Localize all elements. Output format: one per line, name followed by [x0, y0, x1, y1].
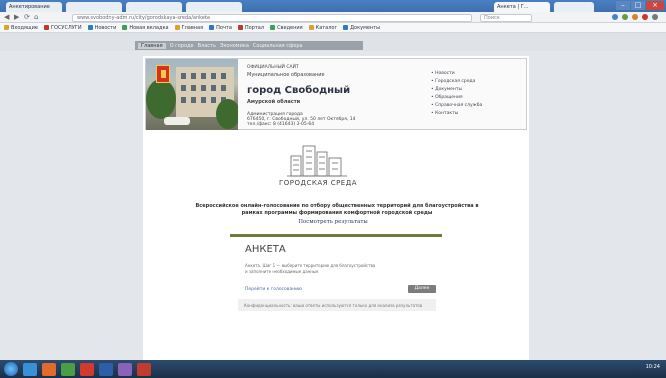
logo-caption: ГОРОДСКАЯ СРЕДА [278, 179, 357, 187]
browser-tab[interactable]: Анкетирование [6, 2, 62, 12]
os-taskbar: 10:24 [0, 360, 666, 378]
site-nav-item[interactable]: Главная [138, 42, 166, 49]
form-title: АНКЕТА [245, 244, 286, 255]
home-icon[interactable]: ⌂ [34, 14, 38, 21]
maximize-button[interactable]: □ [631, 1, 645, 10]
form-desc-line: и заполните необходимые данные [245, 269, 319, 274]
browser-tab[interactable] [66, 2, 122, 12]
browser-tab[interactable] [186, 2, 242, 12]
tree-shape [146, 79, 176, 119]
car-shape [164, 117, 190, 125]
tree-shape [216, 99, 238, 129]
bookmark-item[interactable]: Новости [87, 24, 116, 31]
bookmark-item[interactable]: Входящие [4, 24, 38, 31]
municipality-label: Муниципальное образование [247, 72, 325, 78]
bookmark-item[interactable]: Каталог [308, 24, 337, 31]
search-input[interactable]: Поиск [480, 14, 532, 22]
header-nav-item[interactable]: • Городская среда [431, 79, 526, 84]
window-controls: – □ × [616, 1, 664, 10]
results-link[interactable]: Посмотреть результаты [243, 219, 423, 225]
bookmark-icon [308, 25, 314, 30]
bookmark-icon [4, 25, 9, 30]
coat-of-arms-icon [156, 65, 170, 83]
extension-icon[interactable] [622, 14, 628, 20]
browser-tab-active[interactable]: Анкета | Г... [494, 2, 550, 12]
addon-icon[interactable] [632, 14, 638, 20]
header-nav-item[interactable]: • Документы [431, 87, 526, 92]
minimize-button[interactable]: – [616, 1, 630, 10]
bookmark-icon [209, 25, 215, 30]
region-subtitle: Амурской области [247, 99, 301, 105]
forward-icon[interactable]: ▶ [14, 14, 19, 21]
privacy-note: Конфиденциальность: ваши ответы использу… [238, 299, 436, 311]
bookmark-icon [122, 25, 128, 30]
address-bar[interactable]: www.svobodny-adm.ru/city/gorodskaya-sred… [72, 14, 472, 22]
bookmark-item[interactable]: Почта [209, 24, 232, 31]
back-icon[interactable]: ◀ [4, 14, 9, 21]
next-button[interactable]: Далее [408, 285, 436, 293]
app-icon[interactable] [118, 362, 132, 376]
vote-link[interactable]: Перейти к голосованию [245, 287, 302, 292]
header-nav-item[interactable]: • Справочная служба [431, 103, 526, 108]
bookmarks-bar: Входящие ГОСУСЛУГИ Новости Новая вкладка… [0, 23, 666, 33]
bookmark-icon [270, 25, 276, 30]
header-nav-item[interactable]: • Обращения [431, 95, 526, 100]
taskbar-clock[interactable]: 10:24 [646, 364, 660, 370]
menu-icon[interactable] [652, 14, 658, 20]
site-official-label: ОФИЦИАЛЬНЫЙ САЙТ [247, 65, 299, 70]
browser-app-icon[interactable] [42, 362, 56, 376]
page-headline: Всероссийское онлайн-голосование по отбо… [195, 203, 479, 216]
browser-tab[interactable] [554, 2, 594, 12]
site-nav-item[interactable]: Власть [198, 43, 216, 49]
browser-titlebar: Анкетирование Анкета | Г... – □ × [0, 0, 666, 12]
app-icon[interactable] [61, 362, 75, 376]
bookmark-item[interactable]: Документы [343, 24, 380, 31]
bookmark-item[interactable]: Сведения [270, 24, 303, 31]
explorer-icon[interactable] [23, 362, 37, 376]
city-title[interactable]: город Свободный [247, 85, 350, 96]
app-icon[interactable] [80, 362, 94, 376]
bookmark-icon [87, 25, 93, 30]
app-icon[interactable] [137, 362, 151, 376]
section-divider [230, 234, 442, 237]
notification-icon[interactable] [642, 14, 648, 20]
header-nav-item[interactable]: • Контакты [431, 111, 526, 116]
site-nav-item[interactable]: О городе [170, 43, 194, 49]
bookmark-item[interactable]: Главная [174, 24, 203, 31]
bookmark-icon [343, 25, 349, 30]
toolbar-icons [612, 14, 658, 20]
form-description: Анкета. Шаг 1 — выберите территорию для … [245, 263, 435, 275]
download-icon[interactable] [612, 14, 618, 20]
bookmark-item[interactable]: ГОСУСЛУГИ [43, 24, 82, 31]
header-nav-item[interactable]: • Новости [431, 71, 526, 76]
reload-icon[interactable]: ⟳ [24, 14, 30, 21]
browser-tab[interactable] [126, 2, 182, 12]
site-nav-item[interactable]: Социальная сфера [253, 43, 303, 49]
city-buildings-logo-icon [287, 145, 347, 177]
tab-label: Анкета | Г... [497, 4, 529, 10]
close-button[interactable]: × [646, 1, 664, 10]
page-viewport: Главная О городе Власть Экономика Социал… [0, 33, 666, 360]
bookmark-icon [174, 25, 180, 30]
word-icon[interactable] [99, 362, 113, 376]
page-content: ОФИЦИАЛЬНЫЙ САЙТ Муниципальное образован… [143, 56, 529, 360]
bookmark-icon [237, 25, 243, 30]
site-nav: Главная О городе Власть Экономика Социал… [135, 41, 363, 50]
header-nav: • Новости • Городская среда • Документы … [431, 71, 526, 119]
bookmark-icon [43, 25, 49, 30]
site-nav-item[interactable]: Экономика [220, 43, 249, 49]
city-photo [146, 59, 238, 130]
admin-phone: тел./факс: 8 (41643) 3-05-64 [247, 122, 315, 127]
browser-toolbar: ◀ ▶ ⟳ ⌂ www.svobodny-adm.ru/city/gorodsk… [0, 12, 666, 23]
start-button-icon[interactable] [4, 362, 18, 376]
site-header: ОФИЦИАЛЬНЫЙ САЙТ Муниципальное образован… [145, 58, 527, 130]
bookmark-item[interactable]: Новая вкладка [122, 24, 169, 31]
tab-label: Анкетирование [9, 4, 50, 10]
bookmark-item[interactable]: Портал [237, 24, 264, 31]
